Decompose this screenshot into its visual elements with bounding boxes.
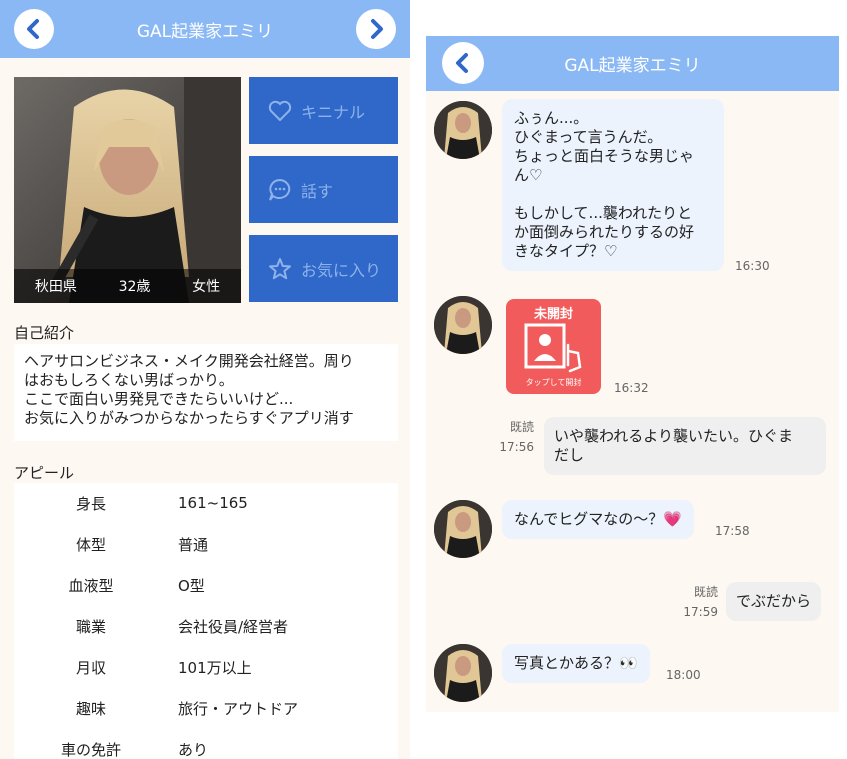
appeal-heading: アピール xyxy=(14,464,75,482)
appeal-value: あり xyxy=(178,740,209,759)
appeal-key: 職業 xyxy=(75,617,106,636)
profile-photo[interactable]: 秋田県 32歳 女性 xyxy=(14,77,241,303)
read-label: 既読 xyxy=(509,420,534,434)
age-label: 32歳 xyxy=(118,279,151,295)
chevron-left-icon xyxy=(27,19,39,39)
message-line: ん♡ xyxy=(514,166,543,184)
heart-icon xyxy=(268,100,292,121)
talk-button[interactable]: 話す xyxy=(249,156,398,223)
message-line: 写真とかある？👀 xyxy=(514,654,638,672)
chevron-right-icon xyxy=(371,19,383,39)
appeal-value: 会社役員/経営者 xyxy=(178,617,289,636)
profile-screen: GAL起業家エミリ 秋田県 32歳 女性 キニナル 話す お気に入り 自己紹介 … xyxy=(0,0,410,759)
outgoing-message: いや襲われるより襲いたい。ひぐま だし xyxy=(544,417,826,475)
message-line: なんでヒグマなの〜？💗 xyxy=(514,510,682,528)
appeal-row: 身長 161~165 xyxy=(14,483,398,523)
read-label: 既読 xyxy=(693,585,718,599)
chat-screen: GAL起業家エミリ ふぅん...。 ひぐまって言うんだ。 ちょっと面白そうな男じ… xyxy=(426,36,839,712)
prefecture-label: 秋田県 xyxy=(34,279,77,295)
avatar[interactable] xyxy=(434,296,492,354)
avatar[interactable] xyxy=(434,101,492,159)
intro-line: ヘアサロンビジネス・メイク開発会社経営。周り xyxy=(24,352,354,370)
appeal-value: 101万以上 xyxy=(178,658,252,677)
incoming-message: なんでヒグマなの〜？💗 xyxy=(502,500,694,539)
message-time: 18:00 xyxy=(666,668,701,682)
appeal-row: 血液型 O型 xyxy=(14,565,398,605)
gender-label: 女性 xyxy=(192,279,221,295)
next-button[interactable] xyxy=(356,9,396,49)
appeal-key: 車の免許 xyxy=(60,740,121,759)
intro-line: お気に入りがみつからなかったらすぐアプリ消す xyxy=(24,409,354,427)
message-line: きなタイプ？♡ xyxy=(514,242,618,260)
intro-heading: 自己紹介 xyxy=(14,324,75,342)
message-time: 17:58 xyxy=(715,524,750,538)
message-line: ちょっと面白そうな男じゃ xyxy=(514,147,695,165)
favorite-label: お気に入り xyxy=(301,260,382,280)
message-line: もしかして...襲われたりと xyxy=(514,204,693,222)
avatar-image xyxy=(434,500,492,558)
photo-tap-icon xyxy=(524,323,582,373)
avatar-image xyxy=(434,101,492,159)
appeal-row: 月収 101万以上 xyxy=(14,647,398,687)
unopened-photo-sticker[interactable]: 未開封 タップして開封 xyxy=(506,299,601,394)
back-button[interactable] xyxy=(14,9,54,49)
message-line: でぶだから xyxy=(736,592,812,610)
appeal-value: 旅行・アウトドア xyxy=(178,699,299,718)
appeal-row: 車の免許 あり xyxy=(14,729,398,759)
appeal-row: 趣味 旅行・アウトドア xyxy=(14,688,398,728)
chat-title: GAL起業家エミリ xyxy=(564,56,701,76)
read-status: 既読 17:59 xyxy=(676,582,718,622)
appeal-key: 体型 xyxy=(75,535,106,554)
avatar-image xyxy=(434,644,492,702)
speech-bubble-icon xyxy=(269,178,291,201)
sticker-caption: タップして開封 xyxy=(525,378,582,387)
appeal-key: 血液型 xyxy=(68,576,114,595)
message-time: 16:32 xyxy=(614,381,649,395)
like-label: キニナル xyxy=(301,102,366,122)
sticker-title: 未開封 xyxy=(533,307,573,322)
appeal-row: 体型 普通 xyxy=(14,524,398,564)
chevron-left-icon xyxy=(456,53,468,73)
intro-line: はおもしろくない男ばっかり。 xyxy=(24,371,234,389)
incoming-message: ふぅん...。 ひぐまって言うんだ。 ちょっと面白そうな男じゃ ん♡ もしかして… xyxy=(502,99,724,271)
appeal-table: 身長 161~165 体型 普通 血液型 O型 職業 会社役員/経営者 月収 101万以上… xyxy=(14,483,398,759)
star-icon xyxy=(269,257,291,279)
message-line: だし xyxy=(554,446,585,464)
favorite-button[interactable]: お気に入り xyxy=(249,235,398,302)
like-button[interactable]: キニナル xyxy=(249,77,398,144)
avatar[interactable] xyxy=(434,644,492,702)
appeal-key: 身長 xyxy=(75,494,106,513)
appeal-key: 趣味 xyxy=(75,699,106,718)
chat-back-button[interactable] xyxy=(442,42,484,84)
message-line: か面倒みられたりするの好 xyxy=(514,223,695,241)
message-time: 17:56 xyxy=(499,440,534,454)
message-line: ふぅん...。 xyxy=(514,109,589,127)
talk-label: 話す xyxy=(301,181,334,201)
incoming-message: 写真とかある？👀 xyxy=(502,644,650,683)
profile-header: GAL起業家エミリ xyxy=(0,0,410,58)
intro-line: ここで面白い男発見できたらいいけど... xyxy=(24,390,294,408)
appeal-value: 161~165 xyxy=(178,494,248,512)
appeal-value: O型 xyxy=(178,576,205,595)
message-time: 17:59 xyxy=(683,605,718,619)
appeal-key: 月収 xyxy=(75,658,106,677)
message-line: いや襲われるより襲いたい。ひぐま xyxy=(554,427,793,445)
message-time: 16:30 xyxy=(735,259,770,273)
message-line: ひぐまって言うんだ。 xyxy=(514,128,663,146)
appeal-row: 職業 会社役員/経営者 xyxy=(14,606,398,646)
chat-header: GAL起業家エミリ xyxy=(426,36,839,91)
appeal-value: 普通 xyxy=(178,535,209,554)
profile-title: GAL起業家エミリ xyxy=(136,21,274,42)
profile-info-band: 秋田県 32歳 女性 xyxy=(14,269,241,303)
outgoing-message: でぶだから xyxy=(726,582,822,621)
read-status: 既読 17:56 xyxy=(496,417,534,457)
intro-text: ヘアサロンビジネス・メイク開発会社経営。周り はおもしろくない男ばっかり。 ここ… xyxy=(14,344,398,441)
avatar[interactable] xyxy=(434,500,492,558)
avatar-image xyxy=(434,296,492,354)
message-line xyxy=(514,185,712,204)
